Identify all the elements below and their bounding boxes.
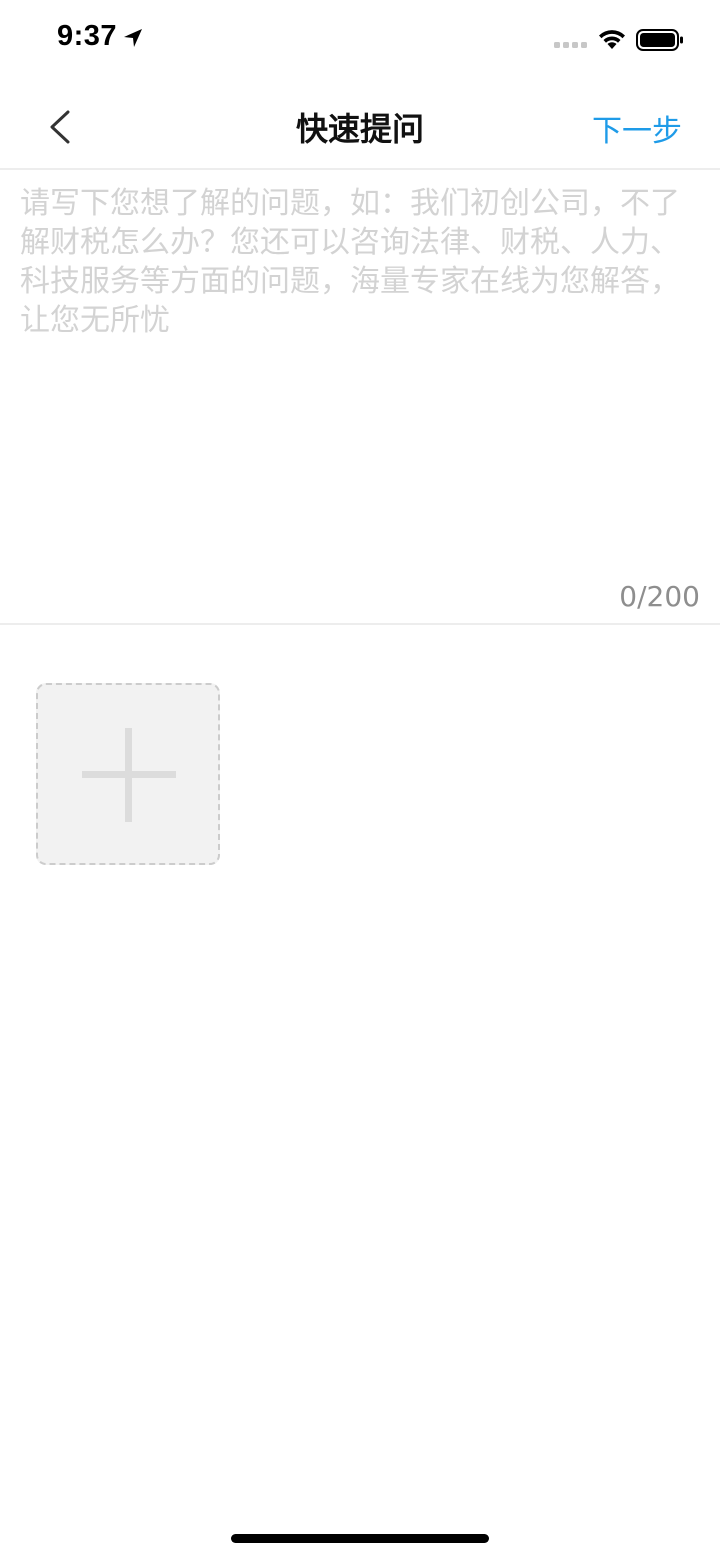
location-arrow-icon: [124, 29, 142, 47]
add-image-button[interactable]: [36, 683, 220, 865]
character-counter: 0/200: [619, 580, 700, 613]
navigation-bar: 快速提问 下一步: [0, 80, 720, 170]
battery-icon: [636, 29, 683, 51]
cellular-signal-icon: [554, 42, 587, 48]
plus-icon: [82, 728, 176, 822]
status-bar: 9:37: [0, 0, 720, 80]
status-time: 9:37: [57, 20, 118, 52]
next-step-button[interactable]: 下一步: [592, 106, 682, 150]
home-indicator[interactable]: [231, 1534, 489, 1543]
question-area: 0/200: [0, 170, 720, 625]
question-input[interactable]: [20, 184, 700, 574]
wifi-icon: [599, 30, 625, 49]
